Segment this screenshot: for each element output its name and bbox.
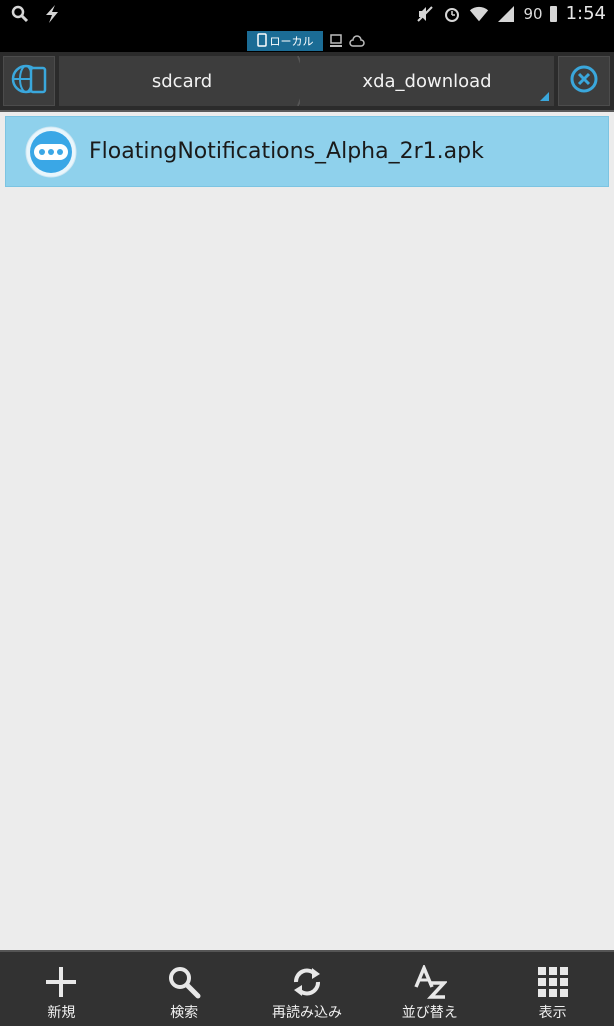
- plus-icon: [43, 964, 79, 1000]
- file-row[interactable]: FloatingNotifications_Alpha_2r1.apk: [5, 116, 609, 187]
- battery-icon: [549, 5, 557, 22]
- globe-device-button[interactable]: [3, 56, 55, 106]
- tab-local-label: ローカル: [269, 35, 314, 48]
- sort-button[interactable]: 並び替え: [368, 952, 491, 1026]
- refresh-label: 再読み込み: [271, 1005, 342, 1021]
- breadcrumb-sdcard[interactable]: sdcard: [59, 56, 305, 106]
- search-button[interactable]: 検索: [123, 952, 246, 1026]
- view-button[interactable]: 表示: [491, 952, 614, 1026]
- close-button[interactable]: [558, 56, 610, 106]
- search-icon: [166, 964, 202, 1000]
- battery-level: 90: [523, 4, 543, 23]
- phone-icon: [256, 32, 267, 50]
- breadcrumb-xda-download[interactable]: xda_download: [300, 56, 554, 106]
- alarm-icon: [442, 4, 462, 24]
- sort-label: 並び替え: [401, 1005, 458, 1021]
- status-bar: 90 1:54: [0, 0, 614, 30]
- clock: 1:54: [565, 3, 606, 24]
- bottom-toolbar: 新規 検索 再読み込み 並び替え 表示: [0, 950, 614, 1026]
- file-name: FloatingNotifications_Alpha_2r1.apk: [89, 139, 484, 164]
- search-icon: [10, 4, 30, 24]
- search-label: 検索: [170, 1005, 199, 1021]
- mute-icon: [415, 4, 435, 24]
- lightning-icon: [42, 4, 62, 24]
- view-label: 表示: [538, 1005, 567, 1021]
- refresh-icon: [289, 964, 325, 1000]
- computer-icon[interactable]: [329, 33, 343, 52]
- tab-local[interactable]: ローカル: [247, 31, 323, 51]
- wifi-icon: [469, 4, 489, 24]
- breadcrumb-label: sdcard: [151, 70, 213, 92]
- new-button[interactable]: 新規: [0, 952, 123, 1026]
- location-tabs: ローカル: [0, 30, 614, 52]
- dropdown-corner-icon: [540, 92, 549, 101]
- cloud-icon[interactable]: [349, 33, 365, 52]
- grid-view-icon: [535, 964, 571, 1000]
- file-list: FloatingNotifications_Alpha_2r1.apk: [5, 116, 609, 187]
- breadcrumb-label: xda_download: [362, 70, 492, 92]
- sort-az-icon: [412, 964, 448, 1000]
- signal-icon: [496, 4, 516, 24]
- refresh-button[interactable]: 再読み込み: [246, 952, 369, 1026]
- close-circle-icon: [569, 64, 599, 98]
- new-label: 新規: [47, 1005, 76, 1021]
- globe-device-icon: [11, 62, 47, 100]
- path-bar: sdcard xda_download: [0, 52, 614, 112]
- chat-bubble-app-icon: [25, 126, 77, 178]
